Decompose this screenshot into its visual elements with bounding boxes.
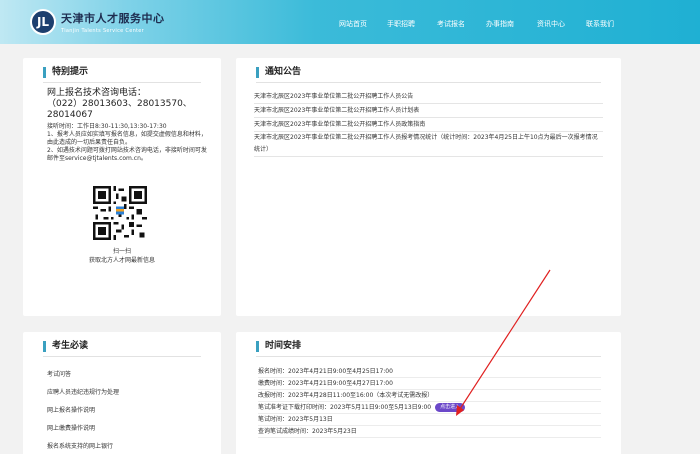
annotation-arrow-icon [456, 269, 551, 416]
